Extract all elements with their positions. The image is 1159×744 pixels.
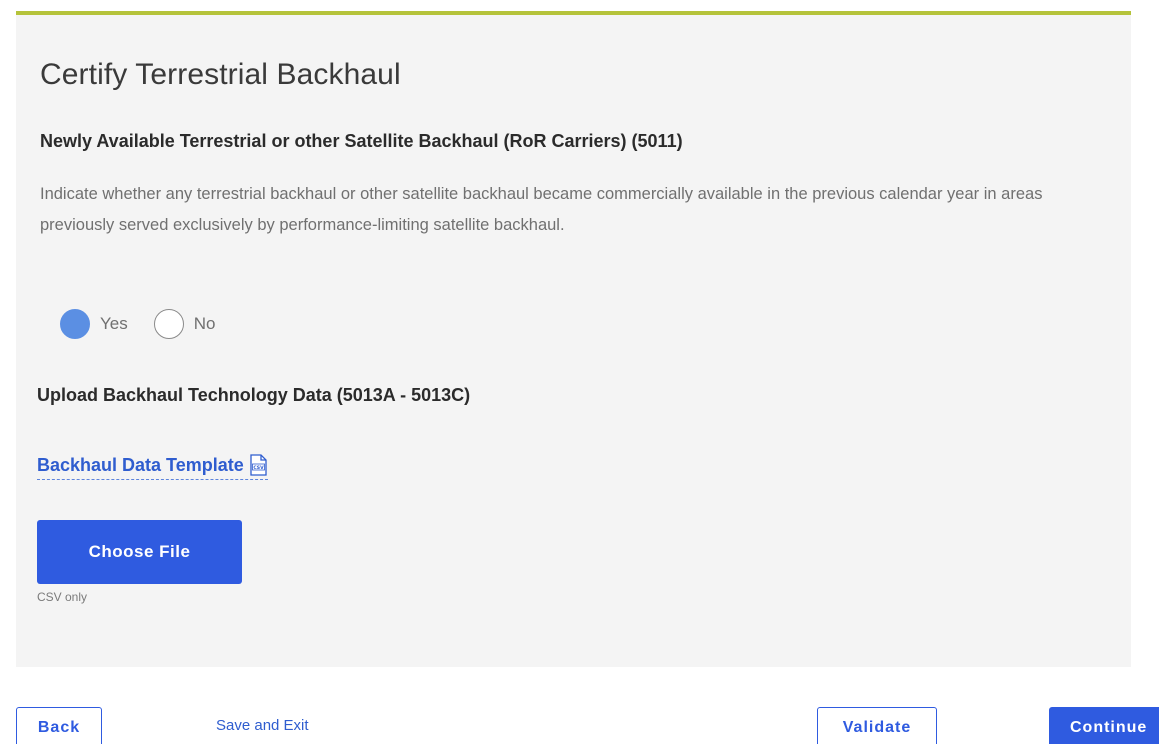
upload-heading: Upload Backhaul Technology Data (5013A -… [37, 385, 471, 405]
svg-text:CSV: CSV [253, 465, 264, 471]
csv-file-icon: CSV [250, 454, 267, 476]
continue-button[interactable]: Continue [1049, 707, 1159, 744]
back-button[interactable]: Back [16, 707, 102, 744]
choose-file-button[interactable]: Choose File [37, 520, 242, 584]
radio-option-no[interactable]: No [153, 309, 216, 339]
question-description: Indicate whether any terrestrial backhau… [40, 185, 1043, 234]
validate-button[interactable]: Validate [817, 707, 937, 744]
save-and-exit-link[interactable]: Save and Exit [216, 717, 309, 734]
backhaul-template-link[interactable]: Backhaul Data Template CSV [37, 454, 268, 480]
question-heading: Newly Available Terrestrial or other Sat… [40, 131, 683, 151]
yes-no-radio-group: Yes No [60, 309, 241, 339]
radio-label-no: No [193, 314, 216, 333]
template-link-label: Backhaul Data Template [37, 454, 244, 475]
radio-button-yes[interactable] [60, 309, 90, 339]
radio-option-yes[interactable]: Yes [60, 309, 128, 339]
page: Certify Terrestrial Backhaul Newly Avail… [0, 0, 1159, 744]
radio-label-yes: Yes [100, 314, 128, 333]
file-type-hint: CSV only [37, 590, 88, 604]
page-title: Certify Terrestrial Backhaul [40, 58, 401, 91]
radio-button-no[interactable] [153, 309, 184, 339]
